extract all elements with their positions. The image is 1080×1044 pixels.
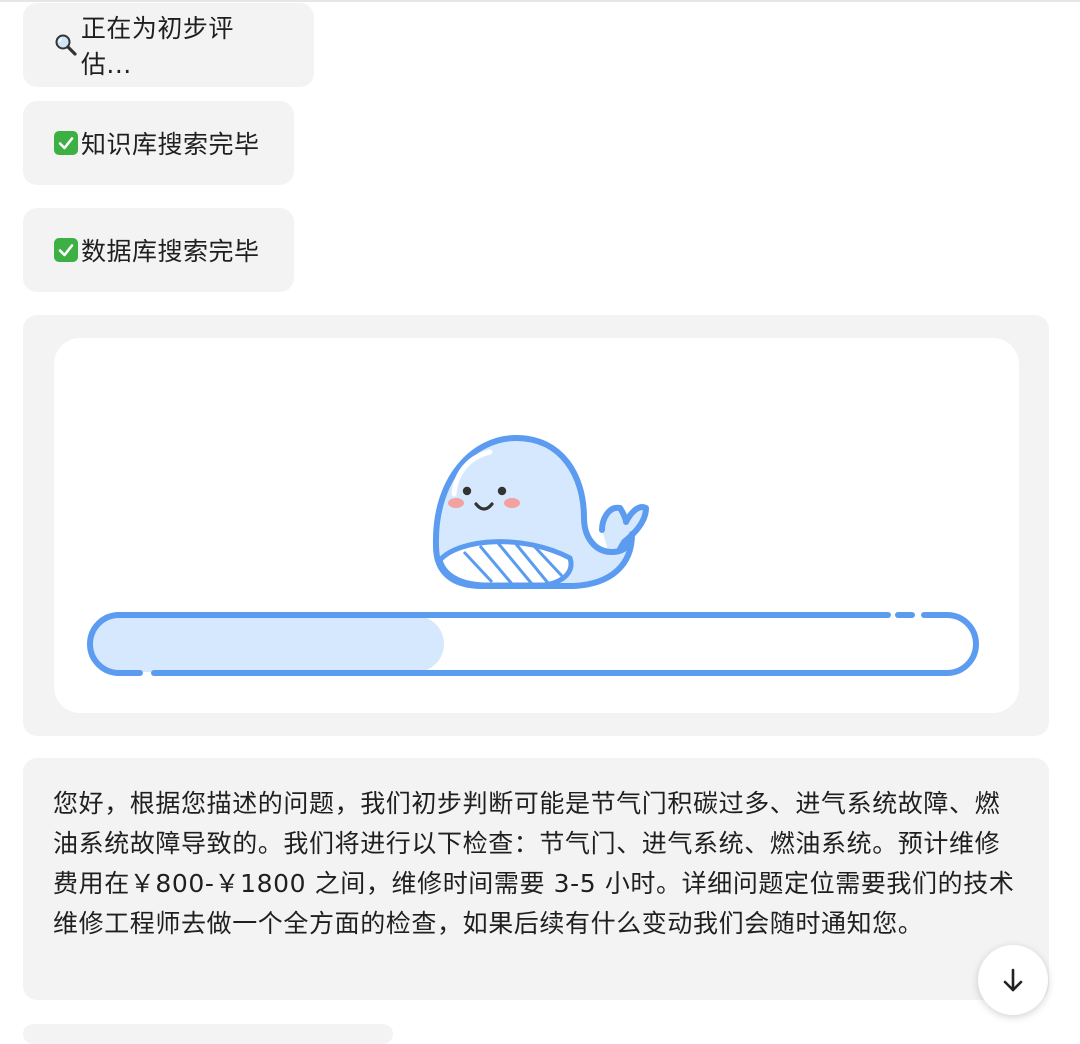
check-mark-icon (53, 237, 79, 263)
status-text: 知识库搜索完毕 (81, 130, 260, 159)
progress-fill (90, 616, 444, 672)
whale-icon (432, 435, 649, 589)
scroll-to-bottom-button[interactable] (978, 945, 1048, 1015)
loading-illustration (87, 435, 979, 676)
loading-panel (54, 338, 1019, 713)
status-message-knowledge-base: 知识库搜索完毕 (23, 101, 294, 185)
loading-progress-bar (87, 612, 979, 676)
loading-card (23, 315, 1049, 736)
arrow-down-icon (1003, 968, 1023, 992)
status-message-database: 数据库搜索完毕 (23, 208, 294, 292)
next-message-bubble (23, 1024, 393, 1044)
answer-text: 您好，根据您描述的问题，我们初步判断可能是节气门积碳过多、进气系统故障、燃油系统… (53, 789, 1015, 938)
check-mark-icon (53, 130, 79, 156)
magnifier-icon (53, 32, 79, 58)
status-text: 正在为初步评估... (80, 14, 234, 79)
top-divider (0, 0, 1080, 2)
status-text: 数据库搜索完毕 (81, 237, 260, 266)
status-message-evaluating: 正在为初步评估... (23, 3, 314, 87)
assistant-answer-message: 您好，根据您描述的问题，我们初步判断可能是节气门积碳过多、进气系统故障、燃油系统… (23, 758, 1049, 1000)
